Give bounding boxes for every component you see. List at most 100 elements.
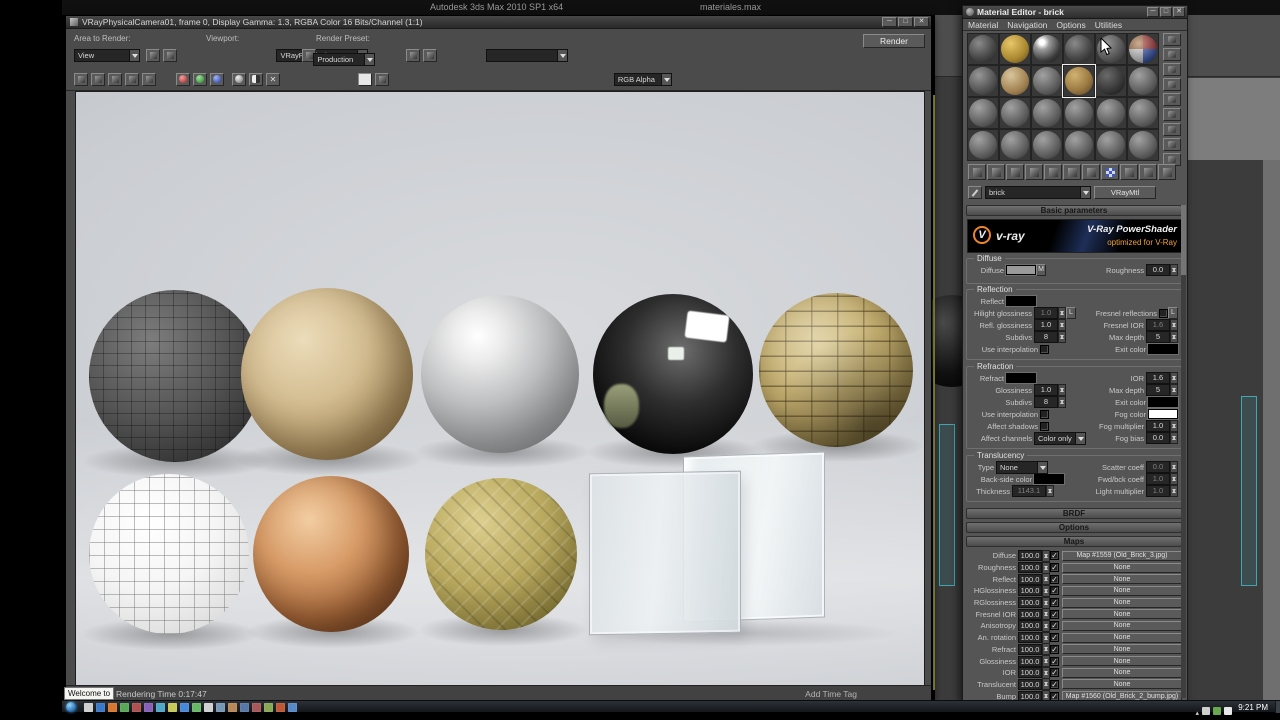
material-sample-slot[interactable] <box>1095 97 1127 129</box>
material-sample-slot[interactable] <box>1031 129 1063 161</box>
assign-material-icon[interactable] <box>1006 164 1024 180</box>
chevron-down-icon[interactable] <box>129 50 139 61</box>
map-slot-button[interactable]: None <box>1062 574 1182 585</box>
show-map-in-viewport-icon[interactable] <box>1101 164 1119 180</box>
light-multiplier-field[interactable]: 1.0 <box>1146 485 1170 497</box>
fwd-bck-coeff-field[interactable]: 1.0 <box>1146 473 1170 485</box>
spinner[interactable] <box>1170 331 1178 343</box>
material-sample-slot[interactable] <box>999 97 1031 129</box>
spinner[interactable] <box>1058 307 1066 319</box>
green-channel-icon[interactable] <box>193 73 207 86</box>
close-icon[interactable] <box>1173 7 1185 17</box>
fresnel-ior-field[interactable]: 1.6 <box>1146 319 1170 331</box>
menu-item[interactable]: Options <box>1056 20 1085 30</box>
menu-item[interactable]: Material <box>968 20 998 30</box>
minimize-icon[interactable] <box>882 17 897 27</box>
render-button[interactable]: Render <box>863 34 925 48</box>
menu-item[interactable]: Navigation <box>1007 20 1047 30</box>
spinner[interactable] <box>1170 264 1178 276</box>
spinner[interactable] <box>1042 596 1050 609</box>
backlight-icon[interactable] <box>1163 48 1181 61</box>
map-enable-checkbox[interactable] <box>1050 563 1059 573</box>
refract-glossiness-field[interactable]: 1.0 <box>1034 384 1058 396</box>
print-image-icon[interactable] <box>125 73 139 86</box>
spinner[interactable] <box>1042 655 1050 668</box>
tray-expand-icon[interactable] <box>1195 702 1199 720</box>
map-enable-checkbox[interactable] <box>1050 679 1059 689</box>
material-sample-slot[interactable] <box>967 97 999 129</box>
map-enable-checkbox[interactable] <box>1050 656 1059 666</box>
alpha-channel-icon[interactable] <box>249 73 263 86</box>
map-amount-field[interactable]: 100.0 <box>1018 643 1042 655</box>
sample-uv-tiling-icon[interactable] <box>1163 78 1181 91</box>
back-side-color-swatch[interactable] <box>1034 474 1064 484</box>
taskbar-app-icon[interactable] <box>276 702 285 712</box>
show-desktop-button[interactable] <box>1275 701 1280 713</box>
material-id-icon[interactable] <box>1082 164 1100 180</box>
chevron-down-icon[interactable] <box>1037 461 1047 473</box>
map-enable-checkbox[interactable] <box>1050 633 1059 643</box>
material-sample-slot[interactable] <box>999 33 1031 65</box>
minimize-icon[interactable] <box>1147 7 1159 17</box>
reflect-subdivs-field[interactable]: 8 <box>1034 331 1058 343</box>
fresnel-lock-button[interactable]: L <box>1168 307 1178 319</box>
diffuse-color-swatch[interactable] <box>1006 265 1036 275</box>
spinner[interactable] <box>1170 485 1178 497</box>
spinner[interactable] <box>1058 396 1066 408</box>
material-sample-slot[interactable] <box>1095 65 1127 97</box>
thickness-field[interactable]: 1143.1 <box>1012 485 1046 497</box>
tray-icon[interactable] <box>1224 707 1232 715</box>
spinner[interactable] <box>1170 319 1178 331</box>
fresnel-reflections-checkbox[interactable] <box>1159 308 1168 318</box>
render-mode-select[interactable]: Production <box>313 53 376 66</box>
blue-channel-icon[interactable] <box>210 73 224 86</box>
map-enable-checkbox[interactable] <box>1050 668 1059 678</box>
spinner[interactable] <box>1042 549 1050 562</box>
fog-multiplier-field[interactable]: 1.0 <box>1146 420 1170 432</box>
spinner[interactable] <box>1042 643 1050 656</box>
save-bitmap-icon[interactable] <box>74 73 88 86</box>
map-slot-button[interactable]: None <box>1062 632 1182 643</box>
rollout-maps[interactable]: Maps <box>966 536 1182 547</box>
taskbar-app-icon[interactable] <box>252 702 261 712</box>
map-amount-field[interactable]: 100.0 <box>1018 562 1042 574</box>
render-preset-select[interactable] <box>485 49 568 62</box>
maximize-icon[interactable] <box>1160 7 1172 17</box>
taskbar-app-icon[interactable] <box>240 702 249 712</box>
tray-icon[interactable] <box>1202 707 1210 715</box>
hilight-lock-button[interactable]: L <box>1066 307 1076 319</box>
area-to-render-select[interactable]: View <box>74 49 140 62</box>
material-editor-titlebar[interactable]: Material Editor - brick <box>963 6 1187 19</box>
taskbar-app-icon[interactable] <box>156 702 165 712</box>
reflect-exit-color-swatch[interactable] <box>1148 344 1178 354</box>
taskbar-app-icon[interactable] <box>168 702 177 712</box>
chevron-down-icon[interactable] <box>1080 187 1090 198</box>
layer-icon[interactable] <box>375 73 389 86</box>
translucency-type-select[interactable]: None <box>996 460 1048 474</box>
tray-icon[interactable] <box>1213 707 1221 715</box>
spinner[interactable] <box>1042 561 1050 574</box>
menu-item[interactable]: Utilities <box>1095 20 1122 30</box>
refract-exit-color-swatch[interactable] <box>1148 397 1178 407</box>
taskbar-app-icon[interactable] <box>288 702 297 712</box>
map-slot-button[interactable]: None <box>1062 562 1182 573</box>
map-slot-button[interactable]: None <box>1062 585 1182 596</box>
show-end-result-icon[interactable] <box>1120 164 1138 180</box>
spinner[interactable] <box>1042 608 1050 621</box>
select-by-material-icon[interactable] <box>1163 138 1181 151</box>
reflect-use-interpolation-checkbox[interactable] <box>1040 344 1049 354</box>
chevron-down-icon[interactable] <box>660 74 671 85</box>
ior-field[interactable]: 1.6 <box>1146 372 1170 384</box>
hilight-glossiness-field[interactable]: 1.0 <box>1034 307 1058 319</box>
material-sample-slot[interactable] <box>1127 33 1159 65</box>
reflect-color-swatch[interactable] <box>1006 296 1036 306</box>
make-preview-icon[interactable] <box>1163 108 1181 121</box>
spinner[interactable] <box>1058 319 1066 331</box>
material-sample-slot[interactable] <box>1127 129 1159 161</box>
affect-shadows-checkbox[interactable] <box>1040 421 1049 431</box>
taskbar-app-icon[interactable] <box>84 702 93 712</box>
channel-display-select[interactable]: RGB Alpha <box>613 73 672 86</box>
map-enable-checkbox[interactable] <box>1050 621 1059 631</box>
map-amount-field[interactable]: 100.0 <box>1018 597 1042 609</box>
material-name-select[interactable]: brick <box>985 186 1091 199</box>
